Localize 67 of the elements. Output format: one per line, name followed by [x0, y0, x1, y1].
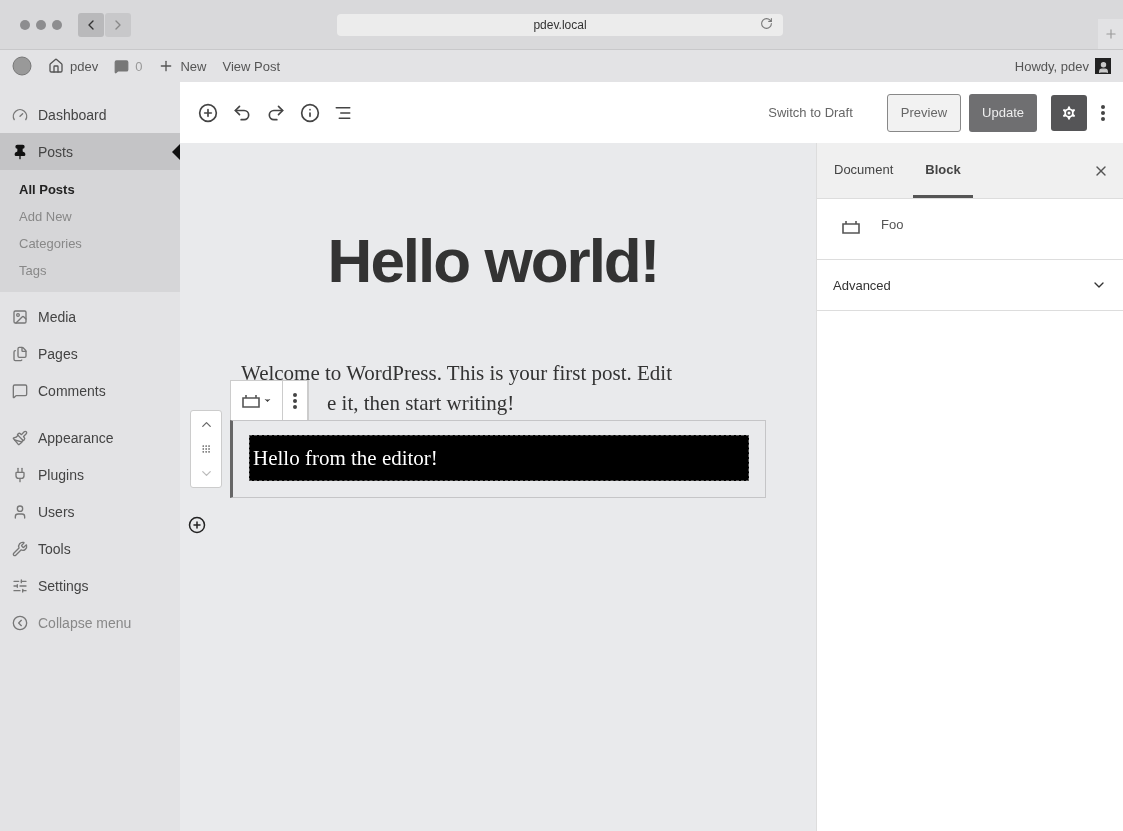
add-block-button[interactable]	[188, 516, 206, 534]
undo-button[interactable]	[232, 102, 252, 123]
back-button[interactable]	[78, 12, 104, 37]
selected-block[interactable]: Hello from the editor!	[230, 420, 766, 498]
post-title[interactable]: Hello world!	[327, 225, 659, 296]
preview-button[interactable]: Preview	[886, 93, 962, 132]
sidebar-item[interactable]: Appearance	[0, 419, 180, 456]
view-post-link[interactable]: View Post	[222, 58, 281, 74]
sidebar-item[interactable]: Tools	[0, 530, 180, 567]
window-zoom-dot[interactable]	[52, 19, 62, 30]
wrench-icon	[12, 540, 28, 557]
redo-button[interactable]	[266, 102, 286, 123]
panel-tab[interactable]: Block	[913, 143, 973, 198]
collapse-icon	[12, 614, 28, 631]
settings-icon	[1060, 103, 1078, 122]
reload-icon[interactable]	[760, 16, 773, 30]
info-button[interactable]	[300, 102, 320, 123]
pin-icon	[12, 143, 28, 160]
more-icon	[293, 392, 297, 409]
plug-icon	[12, 466, 28, 483]
sidebar-item[interactable]: Media	[0, 298, 180, 335]
pages-icon	[12, 345, 28, 362]
new-link[interactable]: New	[158, 58, 207, 74]
avatar-icon	[1095, 58, 1111, 74]
user-icon	[12, 503, 28, 520]
add-icon	[198, 102, 218, 123]
settings-button[interactable]	[1051, 94, 1087, 131]
more-icon	[1101, 104, 1105, 121]
window-close-dot[interactable]	[20, 19, 30, 30]
submenu-item[interactable]: All Posts	[0, 176, 180, 203]
brush-icon	[12, 429, 28, 446]
gauge-icon	[12, 106, 28, 123]
window-minimize-dot[interactable]	[36, 19, 46, 30]
paragraph-text: Welcome to WordPress. This is your first post. Edit	[241, 360, 672, 387]
sidebar-item[interactable]: Posts	[0, 133, 180, 170]
site-link[interactable]: pdev	[48, 58, 99, 74]
comment-icon	[114, 58, 130, 74]
switch-to-draft-button[interactable]: Switch to Draft	[762, 104, 859, 121]
block-icon	[841, 219, 861, 235]
sidebar-item[interactable]: Settings	[0, 567, 180, 604]
drag-handle-icon[interactable]	[201, 444, 211, 454]
plus-icon	[1103, 27, 1118, 41]
sliders-icon	[12, 577, 28, 594]
sidebar-item[interactable]: Dashboard	[0, 96, 180, 133]
sidebar-item[interactable]: Users	[0, 493, 180, 530]
add-icon	[188, 516, 206, 534]
panel-tab[interactable]: Document	[822, 143, 906, 198]
home-icon	[48, 58, 64, 74]
info-icon	[300, 102, 320, 123]
caret-icon	[263, 396, 272, 405]
sidebar-item[interactable]: Comments	[0, 372, 180, 409]
paragraph-text: e it, then start writing!	[327, 390, 515, 417]
sidebar-item[interactable]: Plugins	[0, 456, 180, 493]
redo-icon	[266, 102, 286, 123]
block-content[interactable]: Hello from the editor!	[249, 435, 749, 481]
sidebar-item[interactable]: Pages	[0, 335, 180, 372]
more-options-button[interactable]	[1101, 104, 1105, 121]
block-name: Foo	[881, 217, 904, 232]
logo-icon[interactable]	[12, 56, 32, 76]
image-icon	[12, 308, 28, 325]
account-link[interactable]: Howdy, pdev	[1014, 58, 1111, 74]
add-block-button[interactable]	[198, 102, 218, 123]
comment-icon	[12, 382, 28, 399]
update-button[interactable]: Update	[969, 93, 1037, 132]
address-bar[interactable]: pdev.local	[337, 13, 783, 36]
block-icon	[241, 392, 261, 409]
undo-icon	[232, 102, 252, 123]
